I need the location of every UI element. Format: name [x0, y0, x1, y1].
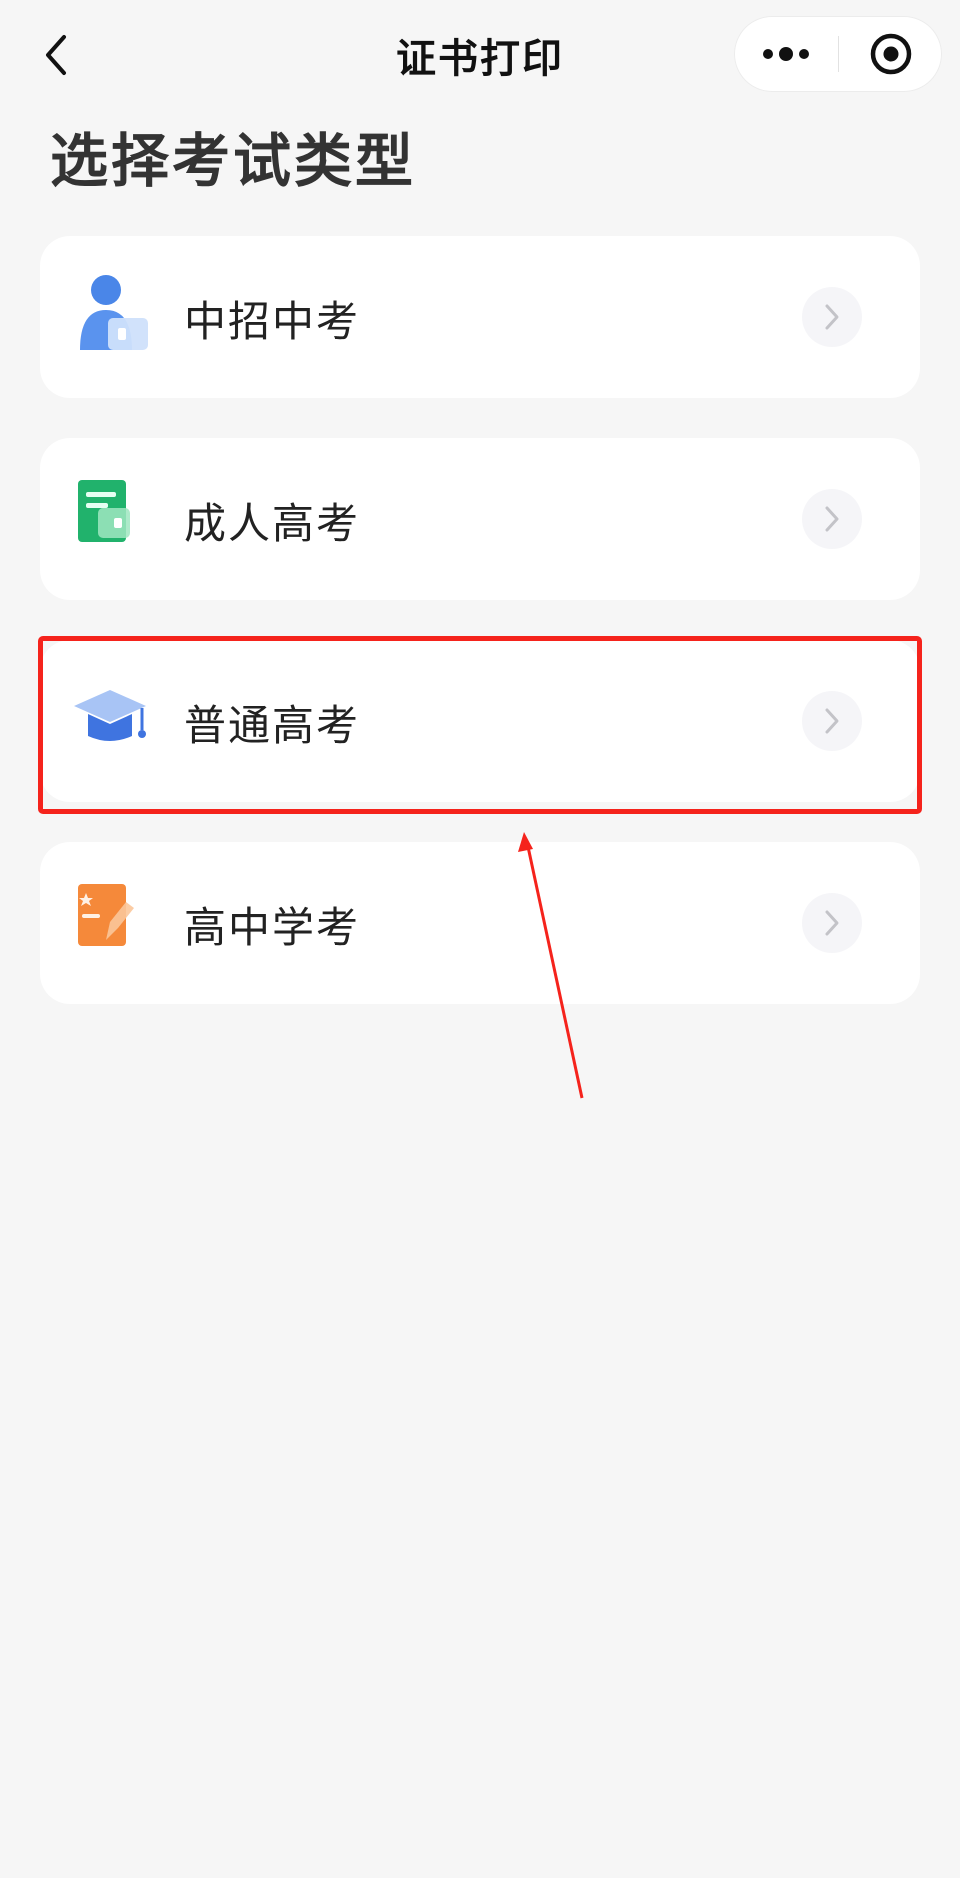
exam-type-card-zhongzhao[interactable]: 中招中考	[40, 236, 920, 398]
chevron-right-icon	[802, 691, 862, 751]
pencil-paper-icon	[70, 878, 160, 968]
exam-type-card-putong[interactable]: 普通高考	[40, 640, 920, 802]
exam-type-card-chengren[interactable]: 成人高考	[40, 438, 920, 600]
exam-type-label: 成人高考	[184, 499, 361, 548]
exam-type-card-xuekao[interactable]: 高中学考	[40, 842, 920, 1004]
person-card-icon	[70, 272, 160, 362]
more-dots-icon	[763, 47, 809, 61]
chevron-right-icon	[802, 489, 862, 549]
exam-type-label: 中招中考	[184, 297, 361, 346]
page-title: 选择考试类型	[50, 127, 417, 195]
more-button[interactable]	[734, 16, 838, 92]
exam-type-label: 普通高考	[184, 701, 361, 750]
notebook-icon	[70, 474, 160, 564]
chevron-right-icon	[802, 287, 862, 347]
exam-type-label: 高中学考	[184, 903, 361, 952]
mini-program-capsule	[734, 16, 942, 92]
close-mini-program-button[interactable]	[839, 16, 942, 92]
graduation-cap-icon	[70, 676, 160, 766]
navigation-bar: 证书打印	[0, 0, 960, 110]
chevron-right-icon	[802, 893, 862, 953]
target-circle-icon	[870, 33, 911, 75]
